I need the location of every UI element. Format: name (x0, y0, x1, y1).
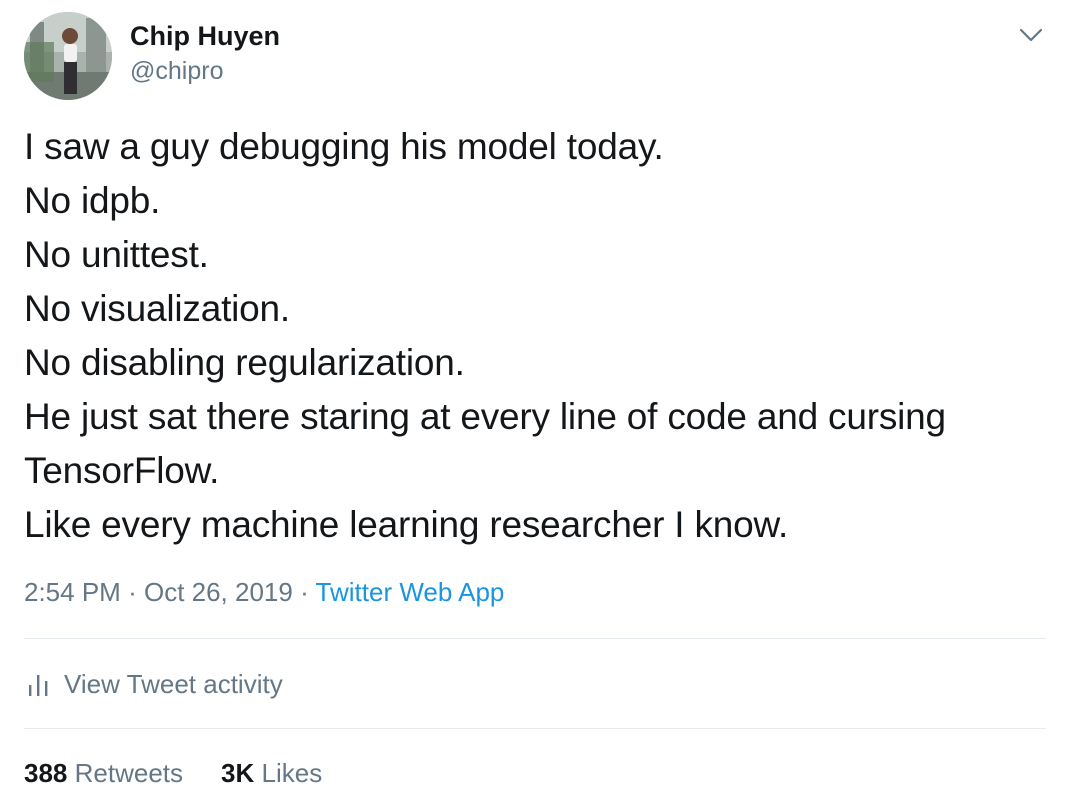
avatar[interactable] (24, 12, 112, 100)
tweet-line: No visualization. (24, 288, 291, 329)
retweets-stat[interactable]: 388 Retweets (24, 756, 183, 790)
likes-stat[interactable]: 3K Likes (221, 756, 322, 790)
tweet-line: TensorFlow. (24, 450, 220, 491)
bar-chart-icon (29, 675, 48, 696)
tweet-line: No disabling regularization. (24, 342, 465, 383)
tweet-line: No unittest. (24, 234, 209, 275)
likes-label: Likes (261, 758, 323, 788)
retweets-count: 388 (24, 758, 68, 788)
meta-separator: · (128, 577, 137, 607)
meta-separator: · (300, 577, 309, 607)
tweet-line: He just sat there staring at every line … (24, 396, 946, 437)
tweet-line: No idpb. (24, 180, 161, 221)
tweet-time[interactable]: 2:54 PM (24, 577, 121, 607)
divider (24, 728, 1046, 729)
tweet-source-link[interactable]: Twitter Web App (316, 577, 505, 607)
tweet-line: Like every machine learning researcher I… (24, 504, 789, 545)
view-tweet-activity-label: View Tweet activity (64, 668, 283, 699)
author-handle[interactable]: @chipro (130, 55, 223, 87)
tweet-text: I saw a guy debugging his model today. N… (24, 120, 1054, 552)
author-name[interactable]: Chip Huyen (130, 20, 280, 52)
tweet-line: I saw a guy debugging his model today. (24, 126, 664, 167)
divider (24, 638, 1046, 639)
view-tweet-activity-link[interactable]: View Tweet activity (24, 664, 283, 704)
chevron-down-icon[interactable] (1016, 22, 1046, 48)
tweet-meta: 2:54 PM · Oct 26, 2019 · Twitter Web App (24, 575, 504, 609)
likes-count: 3K (221, 758, 255, 788)
avatar-photo (24, 12, 112, 100)
retweets-label: Retweets (74, 758, 184, 788)
tweet-stats: 388 Retweets 3K Likes (24, 756, 322, 790)
tweet-date[interactable]: Oct 26, 2019 (144, 577, 293, 607)
